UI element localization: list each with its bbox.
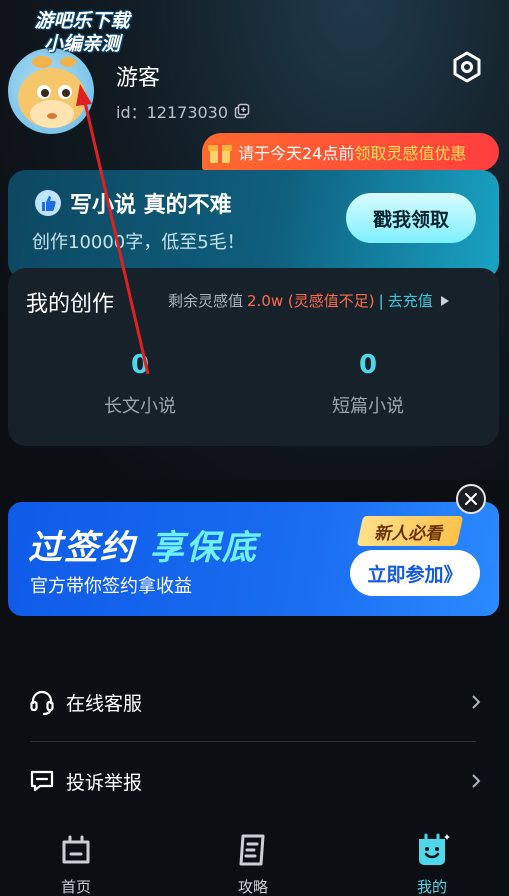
menu-item-customer-service[interactable]: 在线客服 <box>28 682 483 722</box>
stat-value: 0 <box>358 350 378 380</box>
remain-amount: 2.0w (灵感值不足) <box>247 292 375 310</box>
username: 游客 <box>116 66 161 91</box>
join-button[interactable]: 立即参加》 <box>350 550 480 596</box>
avatar-cow-icon <box>18 56 86 128</box>
write-novel-card[interactable]: 写小说 真的不难 创作10000字，低至5毛！ 戳我领取 <box>8 170 499 280</box>
write-card-subtitle: 创作10000字，低至5毛！ <box>32 232 245 253</box>
tab-label: 攻略 <box>237 878 268 896</box>
remain-separator: | <box>378 291 384 310</box>
close-icon <box>465 493 477 505</box>
stat-label: 长文小说 <box>104 396 176 417</box>
stat-short-novel[interactable]: 0 短篇小说 <box>298 350 438 418</box>
ad-headline-a: 过签约 <box>28 528 136 568</box>
thumbs-up-icon <box>35 190 61 216</box>
tab-mine[interactable]: 我的 <box>392 830 472 896</box>
signing-ad-banner[interactable]: 过签约 享保底 官方带你签约拿收益 新人必看 立即参加》 <box>8 502 499 616</box>
smile-icon <box>419 833 450 865</box>
remain-label: 剩余灵感值 <box>168 292 244 310</box>
promo-highlight: 领取灵感值优惠 <box>354 144 467 163</box>
settings-icon[interactable] <box>450 50 484 84</box>
recharge-link[interactable]: 去充值 <box>388 290 433 311</box>
close-ad-button[interactable] <box>456 484 486 514</box>
menu-label: 投诉举报 <box>66 771 143 794</box>
creations-heading: 我的创作 <box>26 292 115 317</box>
watermark-line2: 小编亲测 <box>43 33 120 55</box>
user-id: id：12173030 <box>116 99 250 123</box>
ad-headline: 过签约 享保底 <box>28 520 258 569</box>
home-icon <box>62 835 90 864</box>
headset-icon <box>30 690 54 716</box>
guide-icon <box>239 834 265 866</box>
remaining-inspiration: 剩余灵感值 2.0w (灵感值不足) | 去充值 <box>168 290 449 311</box>
tab-label: 我的 <box>416 878 447 896</box>
ad-headline-b: 享保底 <box>149 528 258 568</box>
bottom-tab-bar: 首页 攻略 我的 <box>0 820 509 896</box>
watermark: 游吧乐下载 小编亲测 <box>12 10 152 56</box>
chevron-right-icon <box>472 695 481 709</box>
play-arrow-icon[interactable] <box>440 295 449 306</box>
tab-label: 首页 <box>60 878 91 896</box>
ad-subtitle: 官方带你签约拿收益 <box>30 576 192 597</box>
promo-prefix: 请于今天24点前 <box>238 144 355 163</box>
menu-item-report[interactable]: 投诉举报 <box>28 761 483 801</box>
stat-value: 0 <box>130 350 150 380</box>
claim-button[interactable]: 戳我领取 <box>346 193 476 243</box>
menu-label: 在线客服 <box>66 692 143 715</box>
promo-badge[interactable]: 请于今天24点前 领取灵感值优惠 <box>202 133 499 171</box>
stat-label: 短篇小说 <box>332 396 404 417</box>
copy-icon[interactable] <box>234 103 250 119</box>
report-icon <box>30 770 54 792</box>
user-id-text: id：12173030 <box>116 103 229 122</box>
tab-home[interactable]: 首页 <box>36 830 116 896</box>
avatar[interactable] <box>8 48 94 134</box>
tab-guide[interactable]: 攻略 <box>213 830 293 896</box>
newbie-tag: 新人必看 <box>356 516 464 546</box>
stat-long-novel[interactable]: 0 长文小说 <box>70 350 210 418</box>
gift-icon <box>208 141 232 163</box>
write-card-title-text: 写小说 真的不难 <box>70 193 232 218</box>
write-card-title: 写小说 真的不难 <box>34 187 232 219</box>
chevron-right-icon <box>472 774 481 788</box>
my-creations-panel: 我的创作 剩余灵感值 2.0w (灵感值不足) | 去充值 0 长文小说 0 短… <box>8 268 499 446</box>
watermark-line1: 游吧乐下载 <box>34 10 130 32</box>
menu-divider <box>30 741 476 742</box>
